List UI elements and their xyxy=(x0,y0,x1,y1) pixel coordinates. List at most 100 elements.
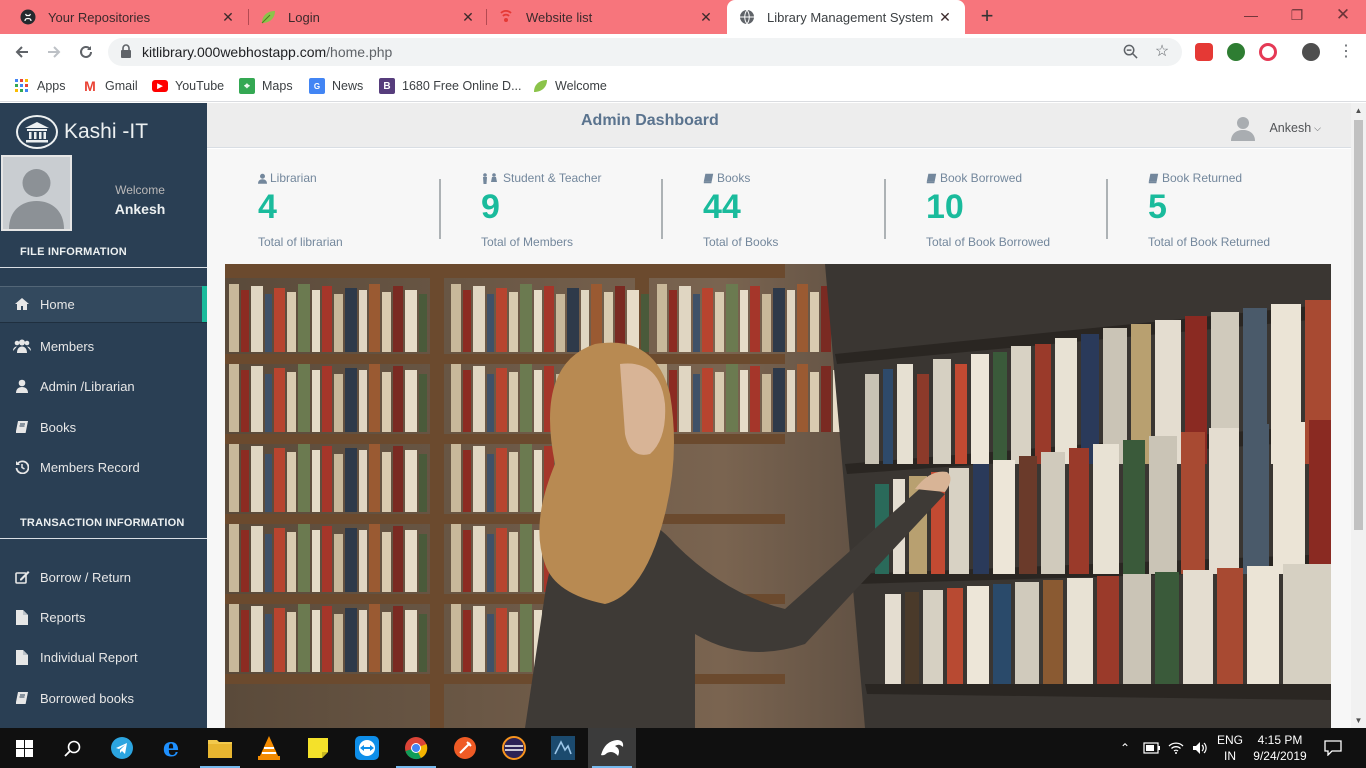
bookmark-apps[interactable]: Apps xyxy=(14,76,66,96)
sidebar-item-individual-report[interactable]: Individual Report xyxy=(0,639,207,675)
bootstrap-icon: B xyxy=(379,78,395,94)
window-close-button[interactable]: ✕ xyxy=(1320,0,1366,30)
search-icon xyxy=(63,740,80,757)
telegram-app[interactable] xyxy=(98,728,146,768)
scroll-down-arrow-icon[interactable]: ▼ xyxy=(1351,713,1366,728)
minimize-button[interactable]: — xyxy=(1228,0,1274,30)
file-icon xyxy=(13,608,31,626)
chrome-app[interactable] xyxy=(392,728,440,768)
stat-label: Book Returned xyxy=(1162,171,1243,185)
postman-app[interactable] xyxy=(441,728,489,768)
bookmark-maps[interactable]: ⌖ Maps xyxy=(239,76,293,96)
bookmark-1680-free-online[interactable]: B 1680 Free Online D... xyxy=(379,76,522,96)
book-icon xyxy=(1148,173,1159,184)
taskbar-clock[interactable]: 4:15 PM 9/24/2019 xyxy=(1245,732,1315,764)
scroll-up-arrow-icon[interactable]: ▲ xyxy=(1351,103,1366,118)
teamviewer-app[interactable] xyxy=(343,728,391,768)
restore-button[interactable]: ❐ xyxy=(1274,0,1320,30)
menu-kebab-icon[interactable]: ⋮ xyxy=(1338,44,1354,60)
eclipse-app[interactable] xyxy=(490,728,538,768)
scroll-thumb[interactable] xyxy=(1354,120,1363,530)
sidebar-item-reports[interactable]: Reports xyxy=(0,599,207,635)
arrow-left-icon xyxy=(15,46,28,58)
sidebar-item-admin-librarian[interactable]: Admin /Librarian xyxy=(0,368,207,404)
back-button[interactable] xyxy=(10,40,34,64)
tab-library-management-system[interactable]: Library Management System ✕ xyxy=(727,0,965,34)
book-icon xyxy=(703,173,714,184)
stat-label: Librarian xyxy=(270,171,317,185)
extension-globe-icon[interactable] xyxy=(1227,43,1245,61)
edit-icon xyxy=(13,568,31,586)
close-icon[interactable]: ✕ xyxy=(698,9,714,26)
sidebar-item-books[interactable]: Books xyxy=(0,409,207,445)
tab-website-list[interactable]: Website list ✕ xyxy=(478,0,726,34)
teamviewer-icon xyxy=(355,736,379,760)
battery-icon[interactable] xyxy=(1143,728,1161,768)
start-button[interactable] xyxy=(0,728,48,768)
users-icon xyxy=(13,337,31,355)
main-content: Librarian 4 Total of librarian Student &… xyxy=(207,149,1351,728)
page-scrollbar[interactable]: ▲ ▼ xyxy=(1351,103,1366,728)
arrow-right-icon xyxy=(48,46,61,58)
star-icon[interactable]: ☆ xyxy=(1154,44,1170,60)
university-icon xyxy=(16,115,58,149)
library-banner-image xyxy=(225,264,1331,728)
forward-button[interactable] xyxy=(42,40,66,64)
new-tab-button[interactable]: + xyxy=(976,5,998,27)
avatar xyxy=(1231,115,1256,141)
extension-grammarly-icon[interactable] xyxy=(1259,43,1277,61)
reload-button[interactable] xyxy=(74,40,98,64)
section-title-file-information: FILE INFORMATION xyxy=(20,246,127,258)
reload-icon xyxy=(80,45,92,58)
bookmark-welcome[interactable]: Welcome xyxy=(532,76,607,96)
stat-count: 5 xyxy=(1148,188,1167,226)
user-profile-dropdown[interactable]: Ankesh ⌵ xyxy=(1231,115,1321,141)
sidebar-item-members-record[interactable]: Members Record xyxy=(0,449,207,485)
wifi-icon[interactable] xyxy=(1168,728,1184,768)
close-icon[interactable]: ✕ xyxy=(220,9,236,26)
stat-label: Student & Teacher xyxy=(503,171,602,185)
bookmark-gmail[interactable]: M Gmail xyxy=(82,76,138,96)
action-center-button[interactable] xyxy=(1324,728,1342,768)
address-bar[interactable]: kitlibrary.000webhostapp.com/home.php ☆ xyxy=(108,38,1182,66)
stat-subtitle: Total of librarian xyxy=(258,235,343,249)
notification-icon xyxy=(1324,740,1342,756)
mysql-workbench-app[interactable] xyxy=(539,728,587,768)
close-icon[interactable]: ✕ xyxy=(937,9,953,26)
sticky-note-icon xyxy=(308,738,328,758)
tab-your-repositories[interactable]: Your Repositories ✕ xyxy=(0,0,248,34)
apps-grid-icon xyxy=(14,78,30,94)
edge-icon: e xyxy=(162,733,180,763)
vlc-app[interactable] xyxy=(245,728,293,768)
zoom-icon[interactable] xyxy=(1122,44,1138,60)
file-explorer-app[interactable] xyxy=(196,728,244,768)
stat-tile-librarian: Librarian 4 Total of librarian xyxy=(258,171,458,249)
tab-login[interactable]: Login ✕ xyxy=(240,0,488,34)
leaf-icon xyxy=(532,78,548,94)
extension-red-icon[interactable] xyxy=(1195,43,1213,61)
app-dolphin-icon xyxy=(601,740,624,756)
stat-subtitle: Total of Members xyxy=(481,235,574,249)
youtube-icon: ▶ xyxy=(152,80,168,92)
sidebar-item-members[interactable]: Members xyxy=(0,328,207,364)
volume-icon[interactable] xyxy=(1192,728,1208,768)
brand-link[interactable]: Kashi -IT xyxy=(16,113,148,151)
show-hidden-icons-button[interactable]: ⌃ xyxy=(1120,728,1130,768)
sticky-notes-app[interactable] xyxy=(294,728,342,768)
bookmark-news[interactable]: G News xyxy=(309,76,363,96)
stat-tile-book-borrowed: Book Borrowed 10 Total of Book Borrowed xyxy=(926,171,1126,249)
section-title-transaction-information: TRANSACTION INFORMATION xyxy=(20,517,185,529)
input-language-indicator[interactable]: ENG IN xyxy=(1213,732,1247,764)
sidebar-item-home[interactable]: Home xyxy=(0,286,207,322)
lock-icon xyxy=(120,44,134,60)
active-window-app[interactable] xyxy=(588,728,636,768)
bookmark-youtube[interactable]: ▶ YouTube xyxy=(152,76,224,96)
male-female-icon xyxy=(481,172,500,184)
url-text: kitlibrary.000webhostapp.com/home.php xyxy=(142,44,393,60)
search-button[interactable] xyxy=(48,728,96,768)
profile-avatar-icon[interactable] xyxy=(1302,43,1320,61)
sidebar-item-borrow-return[interactable]: Borrow / Return xyxy=(0,559,207,595)
edge-app[interactable]: e xyxy=(147,728,195,768)
close-icon[interactable]: ✕ xyxy=(460,9,476,26)
sidebar-item-borrowed-books[interactable]: Borrowed books xyxy=(0,680,207,716)
